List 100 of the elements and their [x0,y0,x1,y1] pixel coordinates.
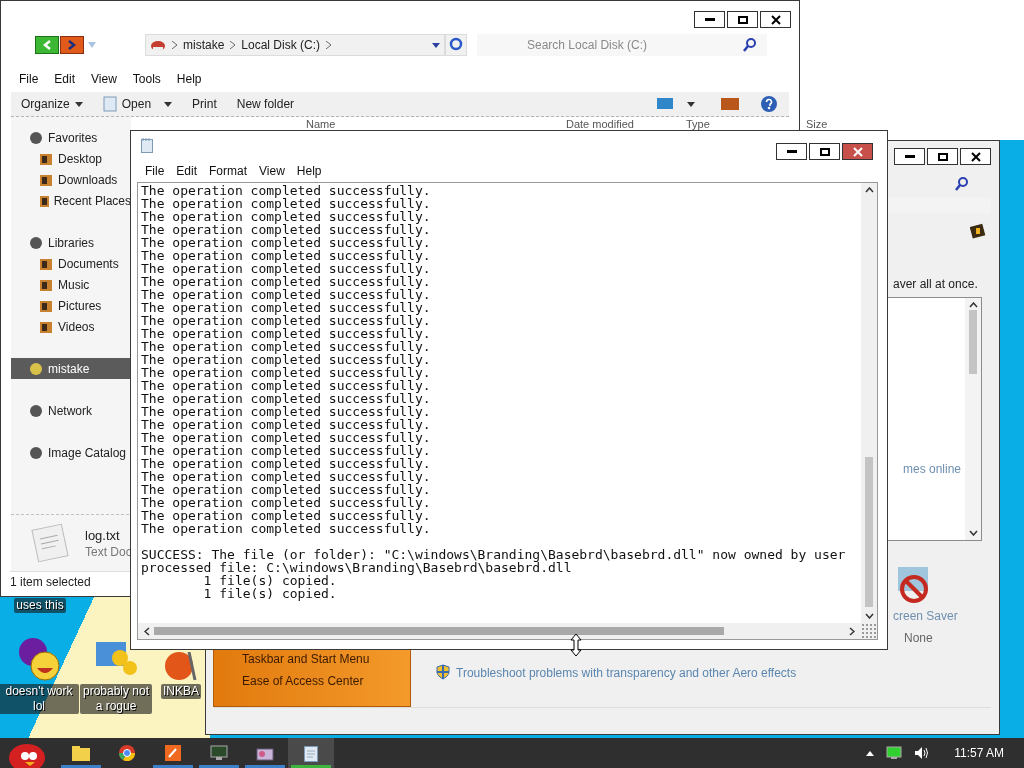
sidebar-item[interactable]: Network [11,400,131,421]
back-button[interactable] [35,36,59,54]
maximize-button[interactable] [809,143,840,160]
column-header[interactable]: Size [806,118,828,130]
help-icon[interactable] [761,96,777,112]
toolbar-button[interactable]: Open [100,96,175,112]
size-grip[interactable] [861,623,877,639]
scroll-left-icon[interactable] [144,626,150,636]
maximize-button[interactable] [927,148,958,165]
desktop-icon[interactable]: uses this [0,598,80,613]
menu-item[interactable]: Format [203,164,254,178]
text-line: The operation completed successfully. [141,262,432,275]
sidebar-item[interactable]: Videos [11,316,131,337]
address-bar[interactable]: mistake Local Disk (C:) [145,34,445,56]
toolbar-button[interactable]: New folder [234,97,297,111]
bird-icon [150,38,166,52]
caret-up-icon[interactable] [866,750,875,756]
text-line: The operation completed successfully. [141,470,432,483]
monitor-icon[interactable] [657,98,673,110]
menu-item[interactable]: Help [290,164,328,178]
paint-app-icon [256,745,274,761]
folder-icon [39,256,53,271]
menu-item[interactable]: File [139,164,171,178]
menu-item[interactable]: File [11,72,47,86]
column-header[interactable]: Date modified [566,118,634,130]
scroll-up-icon[interactable] [968,302,978,308]
menu-item[interactable]: Tools [124,72,169,86]
text-line: The operation completed successfully. [141,496,432,509]
close-button[interactable] [842,143,873,160]
monitor-icon[interactable] [886,746,903,760]
breadcrumb-item[interactable]: Local Disk (C:) [241,38,321,52]
text-line: 1 file(s) copied. [203,574,337,587]
vertical-scrollbar[interactable] [861,183,877,623]
maximize-icon [737,15,748,24]
toolbar-button[interactable]: Organize [19,97,85,111]
maximize-icon [819,147,830,156]
circle-icon [29,361,43,376]
sidebar-item[interactable]: mistake [11,358,131,379]
close-button[interactable] [760,11,791,28]
breadcrumb-item[interactable]: mistake [183,38,225,52]
scroll-down-icon[interactable] [864,613,874,619]
drawing-app-icon [165,745,181,761]
minimize-button[interactable] [776,143,807,160]
scrollbar-thumb[interactable] [969,310,977,374]
text-line: The operation completed successfully. [141,392,432,405]
taskbar-button[interactable] [288,738,334,768]
desktop-icon[interactable]: probably not a rogue [80,636,152,714]
forward-button[interactable] [60,36,84,54]
sidebar-item[interactable]: Libraries [11,232,131,253]
scrollbar-thumb[interactable] [865,457,873,607]
text-line: The operation completed successfully. [141,457,432,470]
icon-label: uses this [14,598,66,613]
folder-icon [39,277,53,292]
sidebar-item[interactable]: Image Catalog [11,442,131,463]
sidebar-item[interactable]: Recent Places [11,190,131,211]
column-header[interactable]: Type [686,118,710,130]
search-field[interactable]: Search Local Disk (C:) [477,34,767,56]
sidebar-item[interactable]: Favorites [11,127,131,148]
close-button[interactable] [960,148,991,165]
toolbar-button[interactable]: Print [190,97,219,111]
icon-label: probably not a rogue [80,684,152,714]
text-line: The operation completed successfully. [141,184,432,197]
sidebar-item[interactable]: Downloads [11,169,131,190]
text-line: The operation completed successfully. [141,353,432,366]
sidebar-item[interactable]: Pictures [11,295,131,316]
maximize-button[interactable] [727,11,758,28]
caret-icon[interactable] [687,101,695,107]
sidebar-item[interactable]: Desktop [11,148,131,169]
scroll-right-icon[interactable] [849,626,855,636]
scroll-down-icon[interactable] [968,530,978,536]
minimize-button[interactable] [894,148,925,165]
sidebar-item[interactable]: Music [11,274,131,295]
scroll-up-icon[interactable] [864,187,874,193]
monitor-icon [210,745,228,761]
desktop-icon[interactable]: INKBA [160,652,202,699]
horizontal-scrollbar[interactable] [138,623,861,639]
menu-item[interactable]: Edit [46,72,84,86]
sidebar-item[interactable]: Documents [11,253,131,274]
text-line: The operation completed successfully. [141,405,432,418]
menu-item[interactable]: View [253,164,291,178]
troubleshoot-link[interactable]: Troubleshoot problems with transparency and other Aero effects [456,666,797,680]
column-header[interactable]: Name [306,118,336,130]
clock[interactable]: 11:57 AM [954,746,1004,760]
see-also-link[interactable]: Ease of Access Center [242,674,410,688]
circle-icon [29,445,43,460]
text-line: The operation completed successfully. [141,301,432,314]
dropdown-icon [88,42,96,48]
minimize-button[interactable] [694,11,725,28]
menu-item[interactable]: Help [168,72,210,86]
menu-item[interactable]: Edit [170,164,204,178]
refresh-button[interactable] [445,34,467,56]
menu-item[interactable]: View [83,72,125,86]
file-name: log.txt [85,527,121,543]
close-icon [770,14,781,25]
see-also-link[interactable]: Taskbar and Start Menu [242,652,410,666]
search-icon[interactable] [955,177,969,191]
scrollbar[interactable] [965,298,981,540]
list-link[interactable]: mes online [885,462,965,476]
speaker-icon[interactable] [914,746,931,760]
book-icon[interactable] [970,223,986,239]
